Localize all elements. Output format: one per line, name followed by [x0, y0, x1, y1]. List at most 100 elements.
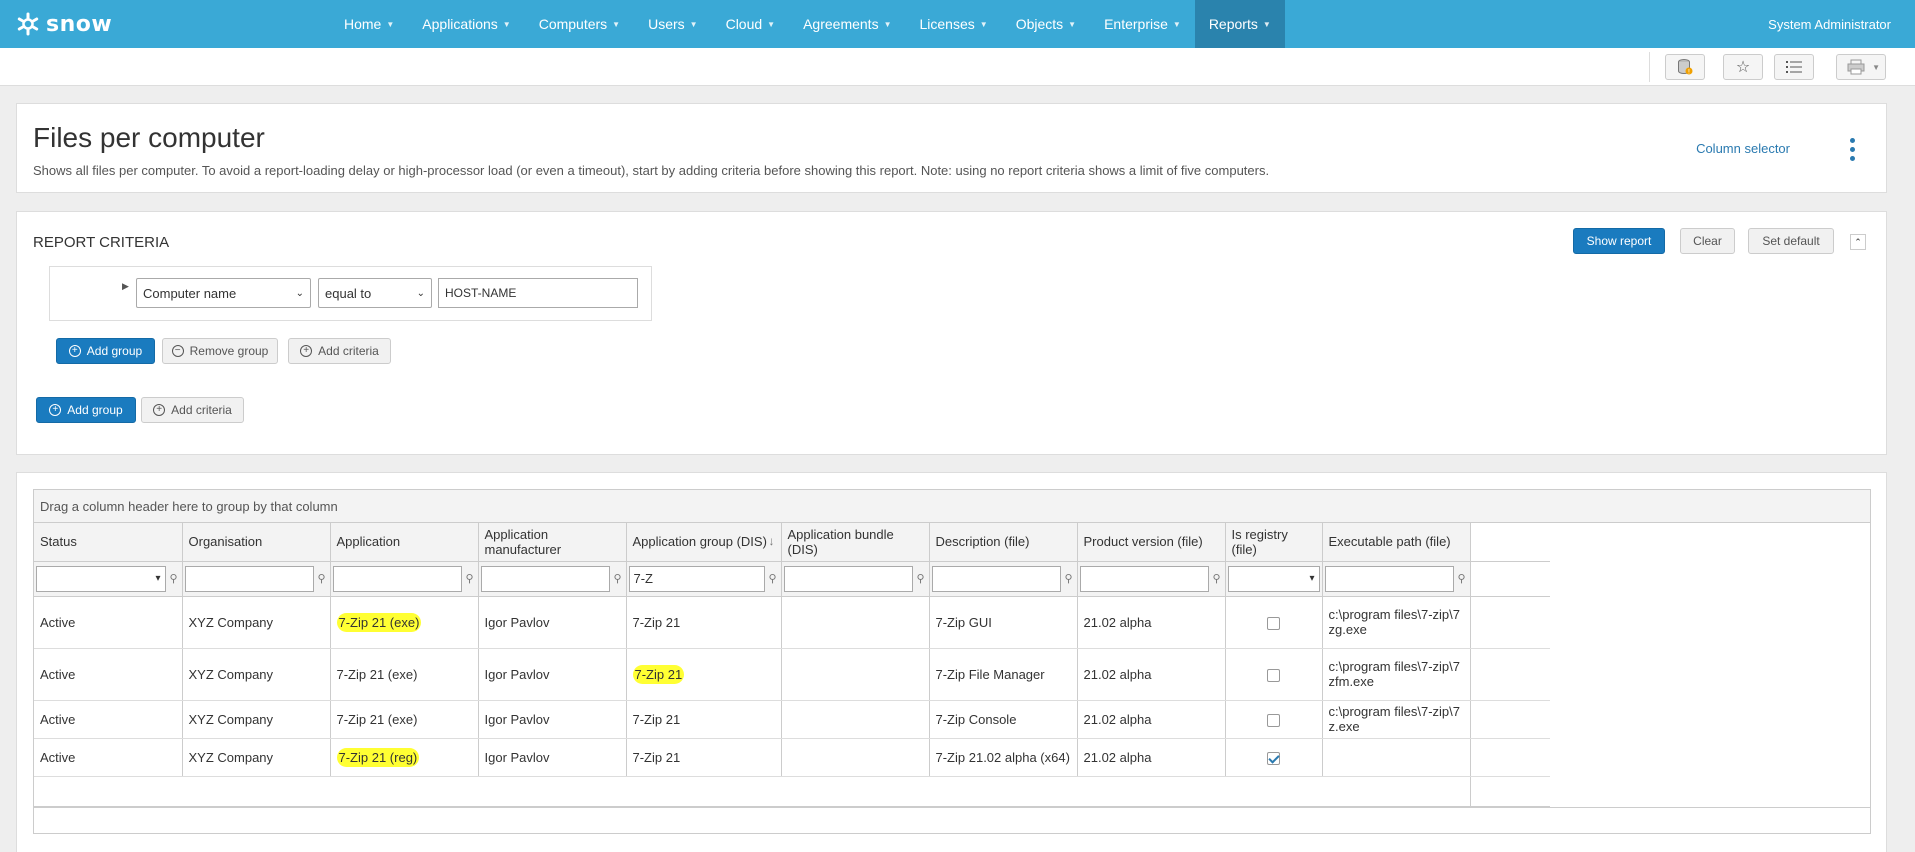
- cell-value: c:\program files\7-zip\7zg.exe: [1328, 607, 1461, 637]
- remove-group-label: Remove group: [189, 344, 269, 358]
- svg-text:!: !: [1688, 69, 1690, 76]
- nav-item-home[interactable]: Home ▼: [330, 0, 408, 48]
- filter-funnel-icon[interactable]: ⚲: [170, 572, 180, 585]
- column-filter-input[interactable]: [480, 565, 610, 592]
- top-navbar: snow Home ▼ Applications ▼ Computers ▼ Users ▼ C…: [0, 0, 1915, 48]
- outer-add-criteria-button[interactable]: + Add criteria: [141, 397, 244, 423]
- nav-item-users[interactable]: Users ▼: [634, 0, 711, 48]
- expand-triangle-icon[interactable]: ▶: [122, 281, 129, 292]
- group-by-drop-zone[interactable]: Drag a column header here to group by th…: [34, 490, 1870, 523]
- criteria-operator-select[interactable]: equal to ⌄: [318, 278, 432, 308]
- column-filter-input[interactable]: [184, 565, 314, 592]
- column-header-label: Is registry (file): [1231, 526, 1288, 557]
- column-filter-input[interactable]: [1079, 565, 1209, 592]
- nav-item-cloud[interactable]: Cloud ▼: [712, 0, 790, 48]
- filter-funnel-icon[interactable]: ⚲: [466, 572, 476, 585]
- table-row[interactable]: Active XYZ Company 7-Zip 21 (exe) Igor Pavl…: [34, 596, 1550, 649]
- column-filter-input[interactable]: [783, 565, 913, 592]
- nav-item-label: Home: [344, 16, 382, 32]
- cell-value: 7-Zip 21.02 alpha (x64): [935, 749, 1070, 765]
- column-header-application-bundle-dis[interactable]: Application bundle (DIS): [781, 523, 930, 562]
- column-filter-input[interactable]: [332, 565, 462, 592]
- filter-funnel-icon[interactable]: ⚲: [917, 572, 927, 585]
- table-cell: [781, 738, 930, 777]
- table-row[interactable]: Active XYZ Company 7-Zip 21 (exe) Igor Pavl…: [34, 648, 1550, 701]
- filter-cell: ⚲: [781, 561, 930, 597]
- column-filter-input[interactable]: 7-Z: [628, 565, 765, 592]
- table-cell: 21.02 alpha: [1077, 596, 1226, 649]
- column-filter-input[interactable]: [1324, 565, 1454, 592]
- clear-label: Clear: [1693, 234, 1722, 248]
- user-menu[interactable]: System Administrator: [1768, 0, 1891, 48]
- column-header-application-manufacturer[interactable]: Application manufacturer: [478, 523, 627, 562]
- chevron-down-icon: ▾: [1309, 573, 1315, 584]
- cell-value: 7-Zip 21: [632, 711, 681, 727]
- filter-funnel-icon[interactable]: ⚲: [769, 572, 779, 585]
- nav-item-objects[interactable]: Objects ▼: [1002, 0, 1090, 48]
- more-options-icon[interactable]: [1850, 138, 1858, 161]
- filter-funnel-icon[interactable]: ⚲: [1065, 572, 1075, 585]
- column-header-is-registry-file[interactable]: Is registry (file): [1225, 523, 1323, 562]
- star-icon: ☆: [1735, 59, 1751, 76]
- favorite-button[interactable]: ☆: [1723, 54, 1763, 80]
- set-default-button[interactable]: Set default: [1748, 228, 1834, 254]
- table-cell: XYZ Company: [182, 738, 331, 777]
- filter-funnel-icon[interactable]: ⚲: [614, 572, 624, 585]
- table-cell: Active: [34, 596, 183, 649]
- nav-item-applications[interactable]: Applications ▼: [408, 0, 524, 48]
- clear-button[interactable]: Clear: [1680, 228, 1735, 254]
- column-header-executable-path-file[interactable]: Executable path (file): [1322, 523, 1471, 562]
- remove-group-button[interactable]: − Remove group: [162, 338, 278, 364]
- sort-descending-icon[interactable]: ↓: [769, 534, 775, 548]
- table-cell: [781, 596, 930, 649]
- main-nav: Home ▼ Applications ▼ Computers ▼ Users ▼ Cloud ▼…: [330, 0, 1285, 48]
- inner-add-criteria-button[interactable]: + Add criteria: [288, 338, 391, 364]
- table-cell: 7-Zip File Manager: [929, 648, 1078, 701]
- outer-add-criteria-label: Add criteria: [171, 403, 232, 417]
- column-selector-link[interactable]: Column selector: [1696, 141, 1790, 156]
- nav-item-computers[interactable]: Computers ▼: [525, 0, 634, 48]
- column-header-organisation[interactable]: Organisation: [182, 523, 331, 562]
- cell-value: 7-Zip 21 (exe): [336, 666, 418, 682]
- nav-item-reports[interactable]: Reports ▼: [1194, 0, 1285, 48]
- column-filter-input[interactable]: [931, 565, 1061, 592]
- empty-cell: [781, 776, 929, 807]
- filter-funnel-icon[interactable]: ⚲: [1213, 572, 1223, 585]
- column-header-application[interactable]: Application: [330, 523, 479, 562]
- column-header-application-group-dis[interactable]: Application group (DIS) ↓: [626, 523, 782, 562]
- criteria-value-input[interactable]: HOST-NAME: [438, 278, 638, 308]
- inner-add-group-button[interactable]: + Add group: [56, 338, 155, 364]
- table-cell: 21.02 alpha: [1077, 700, 1226, 739]
- column-header-description-file[interactable]: Description (file): [929, 523, 1078, 562]
- column-header-status[interactable]: Status: [34, 523, 183, 562]
- list-button[interactable]: [1774, 54, 1814, 80]
- snow-logo[interactable]: snow: [0, 0, 330, 48]
- table-cell: 7-Zip 21: [626, 700, 782, 739]
- filter-funnel-icon[interactable]: ⚲: [1458, 572, 1468, 585]
- nav-item-label: Objects: [1015, 16, 1064, 32]
- collapse-criteria-icon[interactable]: ⌃: [1850, 234, 1866, 250]
- filter-funnel-icon[interactable]: ⚲: [318, 572, 328, 585]
- column-header-label: Organisation: [188, 534, 263, 550]
- show-report-button[interactable]: Show report: [1573, 228, 1665, 254]
- column-header-product-version-file[interactable]: Product version (file): [1077, 523, 1226, 562]
- nav-item-agreements[interactable]: Agreements ▼: [789, 0, 905, 48]
- database-warning-button[interactable]: !: [1665, 54, 1705, 80]
- filter-cell: ⚲: [182, 561, 331, 597]
- table-row[interactable]: Active XYZ Company 7-Zip 21 (reg) Igor Pavl…: [34, 738, 1550, 777]
- criteria-group: ▶ Computer name ⌄ equal to ⌄ HOST-NAME: [49, 266, 652, 321]
- is-registry-checkbox: [1267, 616, 1280, 630]
- column-filter-input[interactable]: ▾: [36, 565, 166, 592]
- chevron-down-icon[interactable]: ▼: [1872, 63, 1880, 72]
- nav-item-enterprise[interactable]: Enterprise ▼: [1090, 0, 1195, 48]
- print-button[interactable]: ▼: [1836, 54, 1886, 80]
- cell-value: c:\program files\7-zip\7zfm.exe: [1328, 659, 1461, 689]
- filter-value: 7-Z: [633, 571, 654, 586]
- cell-value: Active: [40, 666, 76, 682]
- nav-item-licenses[interactable]: Licenses ▼: [906, 0, 1002, 48]
- cell-value: c:\program files\7-zip\7z.exe: [1328, 704, 1461, 734]
- criteria-field-select[interactable]: Computer name ⌄: [136, 278, 311, 308]
- column-filter-input[interactable]: ▾: [1227, 565, 1320, 592]
- outer-add-group-button[interactable]: + Add group: [36, 397, 136, 423]
- table-row[interactable]: Active XYZ Company 7-Zip 21 (exe) Igor Pavl…: [34, 700, 1550, 739]
